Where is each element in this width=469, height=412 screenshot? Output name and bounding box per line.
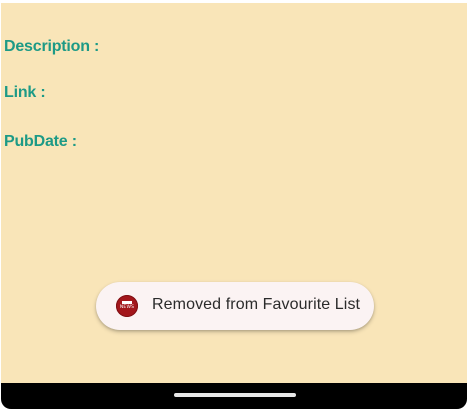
screen: Description : Link : PubDate : NEWS Remo… <box>0 0 469 412</box>
bbc-logo-mark <box>122 301 132 304</box>
navigation-bar <box>1 383 467 409</box>
bbc-news-icon: NEWS <box>116 295 138 317</box>
link-label: Link : <box>4 84 46 101</box>
news-lettering: NEWS <box>119 305 135 310</box>
detail-content: Description : Link : PubDate : NEWS Remo… <box>1 3 467 383</box>
toast-text: Removed from Favourite List <box>152 296 361 313</box>
toast-message: NEWS Removed from Favourite List <box>96 282 374 330</box>
home-indicator[interactable] <box>174 393 296 397</box>
pubdate-label: PubDate : <box>4 133 77 150</box>
description-label: Description : <box>4 38 100 55</box>
